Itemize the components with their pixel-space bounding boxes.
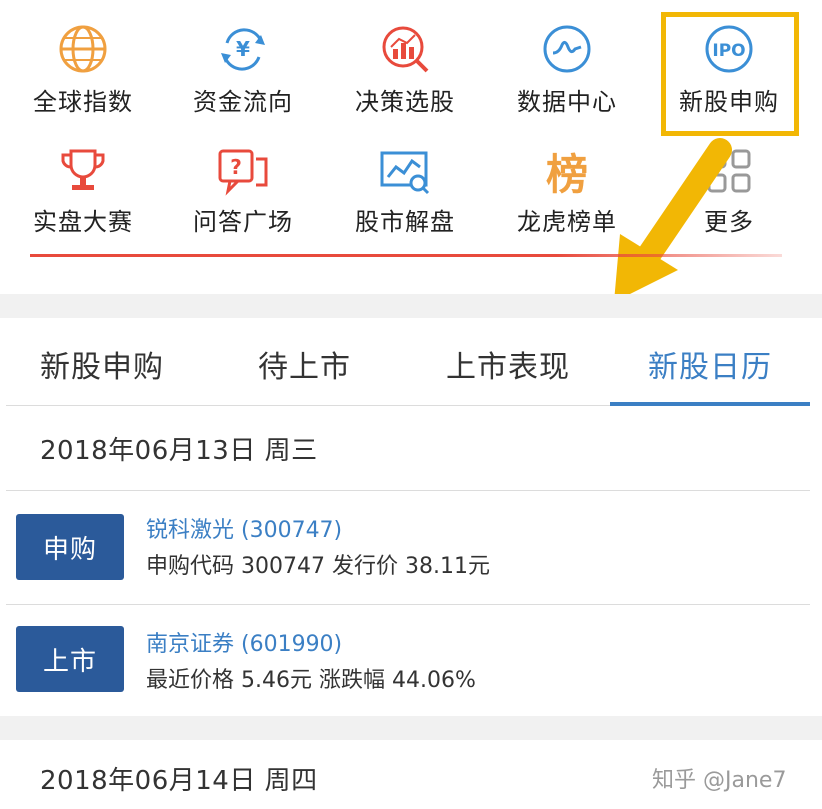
grid-item-live-contest[interactable]: 实盘大赛 (8, 140, 158, 237)
listing-badge[interactable]: 上市 (16, 626, 124, 692)
grid-item-capital-flow[interactable]: ¥ 资金流向 (168, 18, 318, 117)
svg-text:¥: ¥ (236, 37, 250, 61)
grid-item-label: 全球指数 (33, 88, 133, 116)
row-divider (6, 490, 810, 491)
section-separator (0, 716, 822, 740)
data-wave-icon (492, 18, 642, 80)
stock-name-link[interactable]: 南京证券 (601990) (146, 626, 342, 658)
globe-icon (8, 18, 158, 80)
stock-detail: 申购代码 300747 发行价 38.11元 (146, 554, 490, 579)
tab-pending-listing[interactable]: 待上市 (258, 342, 351, 386)
tab-bar: 新股申购 待上市 上市表现 新股日历 (0, 318, 822, 406)
divider-line (30, 254, 782, 257)
yen-flow-icon: ¥ (168, 18, 318, 80)
grid-item-market-analysis[interactable]: 股市解盘 (330, 140, 480, 237)
stock-detail: 最近价格 5.46元 涨跌幅 44.06% (146, 668, 476, 693)
stock-name-link[interactable]: 锐科激光 (300747) (146, 512, 342, 544)
question-bubble-icon: ? (168, 140, 318, 202)
grid-item-label: 问答广场 (193, 208, 293, 236)
calendar-date: 2018年06月14日 周四 (40, 766, 318, 796)
ipo-highlight-box (661, 12, 799, 136)
tab-ipo-subscribe[interactable]: 新股申购 (40, 342, 164, 386)
pointer-arrow-icon (614, 138, 732, 302)
tab-listing-performance[interactable]: 上市表现 (446, 342, 570, 386)
grid-item-label: 资金流向 (193, 88, 293, 116)
grid-item-decision-pick[interactable]: 决策选股 (330, 18, 480, 117)
watermark-text: 知乎 @Jane7 (652, 768, 787, 793)
tab-ipo-calendar[interactable]: 新股日历 (648, 342, 772, 386)
decision-chart-icon (330, 18, 480, 80)
subscribe-badge[interactable]: 申购 (16, 514, 124, 580)
active-tab-indicator (610, 402, 810, 406)
calendar-date: 2018年06月13日 周三 (40, 436, 318, 466)
row-divider (6, 604, 810, 605)
market-analysis-icon (330, 140, 480, 202)
grid-item-label: 数据中心 (517, 88, 617, 116)
grid-item-label: 股市解盘 (355, 208, 455, 236)
grid-item-label: 实盘大赛 (33, 208, 133, 236)
section-separator (0, 294, 822, 318)
grid-item-label: 决策选股 (355, 88, 455, 116)
grid-item-data-center[interactable]: 数据中心 (492, 18, 642, 117)
grid-item-global-index[interactable]: 全球指数 (8, 18, 158, 117)
grid-item-qa-square[interactable]: ? 问答广场 (168, 140, 318, 237)
trophy-icon (8, 140, 158, 202)
svg-text:?: ? (230, 155, 242, 179)
